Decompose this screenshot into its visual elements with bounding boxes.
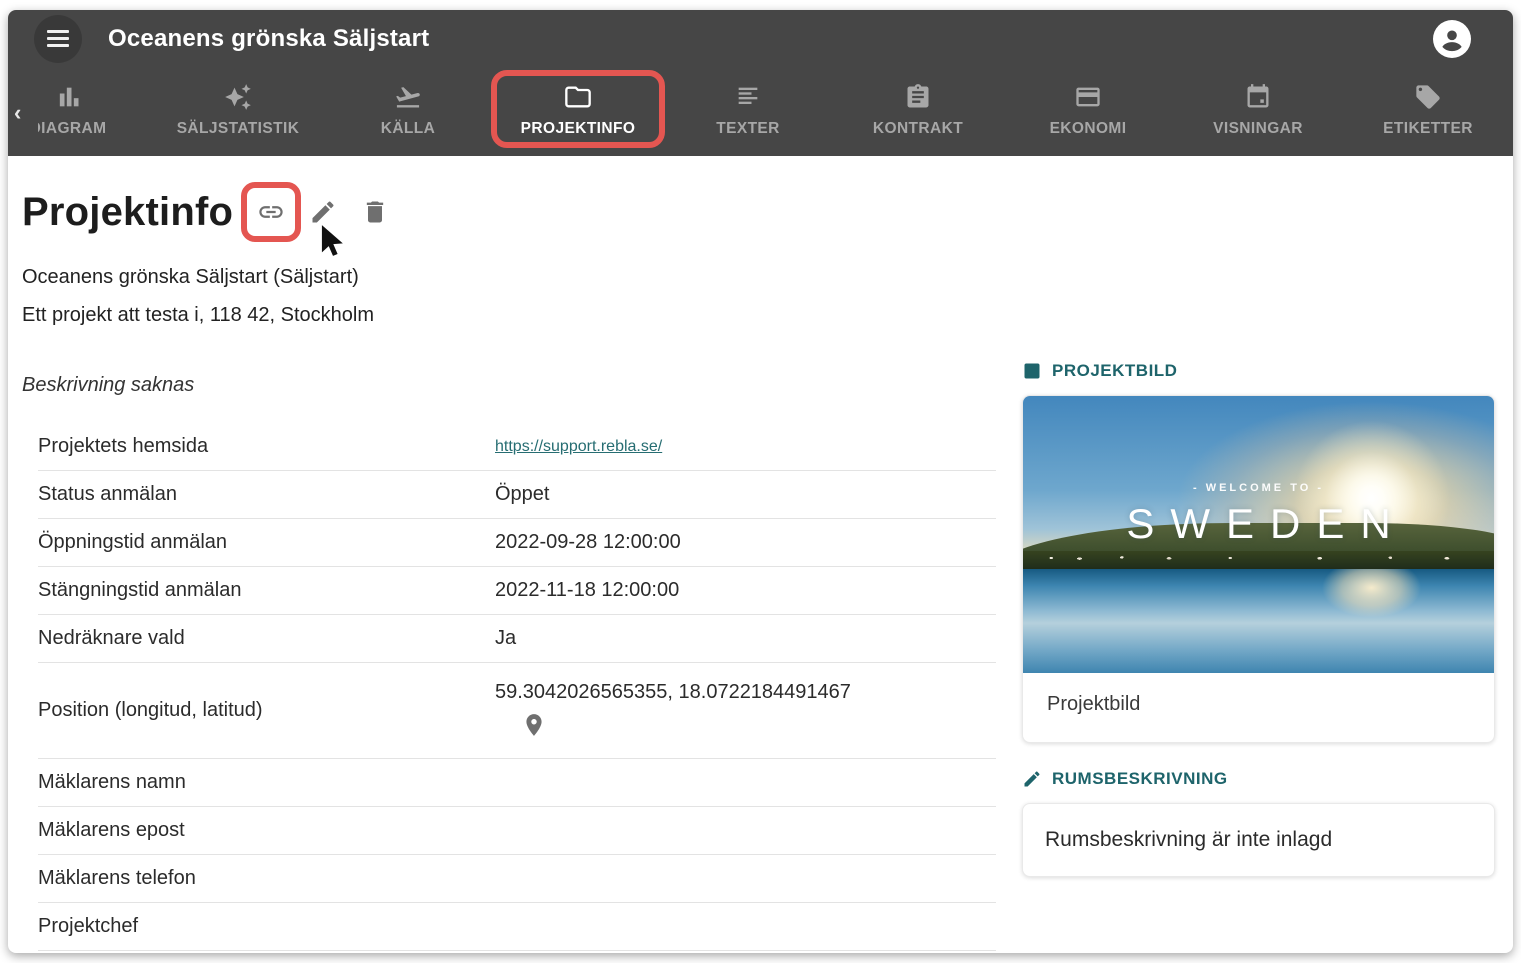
trash-icon bbox=[361, 198, 389, 226]
text-lines-icon bbox=[734, 83, 762, 111]
bar-chart-icon bbox=[54, 83, 82, 111]
row-value: 2022-11-18 12:00:00 bbox=[495, 579, 679, 602]
page-title: Projektinfo bbox=[22, 190, 233, 235]
row-label: Position (longitud, latitud) bbox=[38, 699, 495, 722]
row-label: Projektchef bbox=[38, 915, 495, 938]
tag-icon bbox=[1414, 83, 1442, 111]
row-label: Status anmälan bbox=[38, 483, 495, 506]
project-subtitle: Oceanens grönska Säljstart (Säljstart) E… bbox=[22, 258, 996, 334]
description-missing-text: Beskrivning saknas bbox=[22, 374, 996, 397]
row-label: Mäklarens epost bbox=[38, 819, 495, 842]
houses bbox=[1023, 555, 1494, 561]
image-overlay-text: - WELCOME TO - SWEDEN bbox=[1023, 482, 1494, 548]
position-coordinates: 59.3042026565355, 18.0722184491467 bbox=[495, 681, 851, 704]
project-info-panel: Projektinfo bbox=[8, 156, 996, 953]
project-image-caption: Projektbild bbox=[1023, 673, 1494, 742]
copy-link-button[interactable] bbox=[249, 190, 293, 234]
page-heading-row: Projektinfo bbox=[22, 182, 996, 242]
flight-land-icon bbox=[394, 83, 422, 111]
row-value: 2022-09-28 12:00:00 bbox=[495, 531, 681, 554]
project-website-link[interactable]: https://support.rebla.se/ bbox=[495, 438, 662, 456]
table-row-hemsida: Projektets hemsida https://support.rebla… bbox=[38, 423, 996, 471]
tab-kalla[interactable]: KÄLLA bbox=[323, 67, 493, 156]
rumsbeskrivning-heading: RUMSBESKRIVNING bbox=[1052, 769, 1228, 789]
tab-etiketter[interactable]: ETIKETTER bbox=[1343, 67, 1513, 156]
row-label: Mäklarens namn bbox=[38, 771, 495, 794]
delete-button[interactable] bbox=[353, 190, 397, 234]
rumsbeskrivning-section: RUMSBESKRIVNING Rumsbeskrivning är inte … bbox=[1022, 769, 1495, 877]
clipboard-icon bbox=[904, 83, 932, 111]
table-row-maklarens-telefon: Mäklarens telefon bbox=[38, 855, 996, 903]
folder-icon bbox=[564, 83, 592, 111]
sidebar: PROJEKTBILD - WELCOME TO - SWEDEN Pr bbox=[1022, 156, 1495, 953]
project-image: - WELCOME TO - SWEDEN bbox=[1023, 396, 1494, 673]
link-icon bbox=[257, 198, 285, 226]
row-label: Projektets hemsida bbox=[38, 435, 495, 458]
tab-ekonomi[interactable]: EKONOMI bbox=[1003, 67, 1173, 156]
tab-strip: DIAGRAM SÄLJSTATISTIK KÄLLA PROJEKT bbox=[38, 67, 1513, 156]
tab-visningar[interactable]: VISNINGAR bbox=[1173, 67, 1343, 156]
map-pin-icon[interactable] bbox=[521, 712, 547, 738]
projektbild-heading: PROJEKTBILD bbox=[1052, 361, 1177, 381]
app-title: Oceanens grönska Säljstart bbox=[108, 25, 429, 53]
row-label: Öppningstid anmälan bbox=[38, 531, 495, 554]
table-row-maklarens-epost: Mäklarens epost bbox=[38, 807, 996, 855]
edit-button[interactable] bbox=[301, 190, 345, 234]
row-label: Stängningstid anmälan bbox=[38, 579, 495, 602]
table-row-maklarens-namn: Mäklarens namn bbox=[38, 759, 996, 807]
sun-reflection bbox=[1023, 569, 1494, 673]
row-label: Nedräknare vald bbox=[38, 627, 495, 650]
row-value: Öppet bbox=[495, 483, 549, 506]
credit-card-icon bbox=[1074, 83, 1102, 111]
pencil-icon bbox=[309, 198, 337, 226]
tab-kontrakt[interactable]: KONTRAKT bbox=[833, 67, 1003, 156]
project-address-line: Ett projekt att testa i, 118 42, Stockho… bbox=[22, 296, 996, 334]
row-label: Mäklarens telefon bbox=[38, 867, 495, 890]
calendar-icon bbox=[1244, 83, 1272, 111]
main-content: Projektinfo bbox=[8, 156, 1513, 953]
menu-button[interactable] bbox=[34, 15, 82, 63]
table-row-stangningstid: Stängningstid anmälan 2022-11-18 12:00:0… bbox=[38, 567, 996, 615]
app-window: Oceanens grönska Säljstart ‹ DIAGRAM SÄL… bbox=[8, 10, 1513, 953]
account-icon bbox=[1435, 22, 1469, 56]
table-row-nedraknare: Nedräknare vald Ja bbox=[38, 615, 996, 663]
tab-saljstatistik[interactable]: SÄLJSTATISTIK bbox=[153, 67, 323, 156]
app-bar: Oceanens grönska Säljstart bbox=[8, 10, 1513, 67]
table-row-status: Status anmälan Öppet bbox=[38, 471, 996, 519]
pencil-icon bbox=[1022, 769, 1042, 789]
tab-projektinfo[interactable]: PROJEKTINFO bbox=[493, 67, 663, 156]
tab-texter[interactable]: TEXTER bbox=[663, 67, 833, 156]
row-value: Ja bbox=[495, 627, 516, 650]
tab-bar: ‹ DIAGRAM SÄLJSTATISTIK KÄLLA bbox=[8, 67, 1513, 156]
table-row-oppningstid: Öppningstid anmälan 2022-09-28 12:00:00 bbox=[38, 519, 996, 567]
table-row-clipped: Säljansvarig bbox=[38, 951, 996, 953]
sparkles-icon bbox=[224, 83, 252, 111]
rumsbeskrivning-header: RUMSBESKRIVNING bbox=[1022, 769, 1495, 789]
tab-diagram[interactable]: DIAGRAM bbox=[38, 67, 153, 156]
rumsbeskrivning-empty-card: Rumsbeskrivning är inte inlagd bbox=[1022, 803, 1495, 877]
table-row-position: Position (longitud, latitud) 59.30420265… bbox=[38, 663, 996, 759]
tabs-scroll-left-button[interactable]: ‹ bbox=[12, 100, 23, 126]
projektbild-header: PROJEKTBILD bbox=[1022, 361, 1495, 381]
project-image-card[interactable]: - WELCOME TO - SWEDEN Projektbild bbox=[1022, 395, 1495, 743]
table-row-projektchef: Projektchef bbox=[38, 903, 996, 951]
image-icon bbox=[1022, 361, 1042, 381]
project-details-table: Projektets hemsida https://support.rebla… bbox=[38, 423, 996, 953]
project-name-line: Oceanens grönska Säljstart (Säljstart) bbox=[22, 258, 996, 296]
account-avatar-button[interactable] bbox=[1433, 20, 1471, 58]
